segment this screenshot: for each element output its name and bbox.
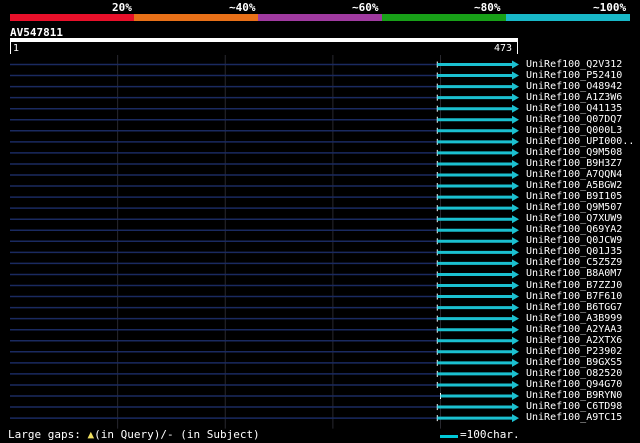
hit-arrow-icon (512, 215, 519, 224)
hit-label[interactable]: UniRef100_UPI000.. (526, 136, 634, 147)
hit-arrow-icon (512, 414, 519, 423)
hit-arrow-icon (512, 270, 519, 279)
hit-arrow-icon (512, 204, 519, 213)
gaps-subject-label: - (in Subject) (166, 428, 260, 441)
hit-arrow-icon (512, 248, 519, 257)
hit-arrow-icon (512, 403, 519, 412)
hit-label[interactable]: UniRef100_Q94G70 (526, 379, 622, 390)
hit-arrow-icon (512, 325, 519, 334)
hit-label[interactable]: UniRef100_C6TD98 (526, 401, 622, 412)
hit-label[interactable]: UniRef100_B7ZZJ0 (526, 280, 622, 291)
hit-arrow-icon (512, 148, 519, 157)
hit-arrow-icon (512, 292, 519, 301)
hit-label[interactable]: UniRef100_A7QQN4 (526, 169, 622, 180)
hit-label[interactable]: UniRef100_B9RYN0 (526, 390, 622, 401)
hit-arrow-icon (512, 303, 519, 312)
hit-label[interactable]: UniRef100_A2YAA3 (526, 324, 622, 335)
hit-label[interactable]: UniRef100_A1Z3W6 (526, 92, 622, 103)
hit-label[interactable]: UniRef100_B9I105 (526, 191, 622, 202)
hit-label[interactable]: UniRef100_B8A0M7 (526, 268, 622, 279)
hit-label[interactable]: UniRef100_Q01J35 (526, 246, 622, 257)
hit-arrow-icon (512, 104, 519, 113)
hit-label[interactable]: UniRef100_Q07DQ7 (526, 114, 622, 125)
hit-arrow-icon (512, 380, 519, 389)
hit-arrow-icon (512, 171, 519, 179)
scale-bar (440, 435, 458, 438)
hit-arrow-icon (512, 126, 519, 135)
hit-label[interactable]: UniRef100_Q9M508 (526, 147, 622, 158)
hit-arrow-icon (512, 237, 519, 246)
hit-arrow-icon (512, 82, 519, 91)
hit-arrow-icon (512, 193, 519, 202)
hit-arrow-icon (512, 281, 519, 290)
hit-arrow-icon (512, 71, 519, 80)
hit-label[interactable]: UniRef100_P23902 (526, 346, 622, 357)
hit-label[interactable]: UniRef100_A3B999 (526, 313, 622, 324)
scale-label: =100char. (460, 428, 520, 441)
hit-label[interactable]: UniRef100_O82520 (526, 368, 622, 379)
hit-label[interactable]: UniRef100_B7F610 (526, 291, 622, 302)
hit-arrow-icon (512, 314, 519, 323)
hit-label[interactable]: UniRef100_B6TGG7 (526, 302, 622, 313)
hit-label[interactable]: UniRef100_B9H3Z7 (526, 158, 622, 169)
hit-arrow-icon (512, 347, 519, 356)
hit-label[interactable]: UniRef100_Q41135 (526, 103, 622, 114)
hit-arrow-icon (512, 60, 519, 69)
hit-label[interactable]: UniRef100_Q7XUW9 (526, 213, 622, 224)
hit-arrow-icon (512, 358, 519, 367)
hit-label[interactable]: UniRef100_Q0JCW9 (526, 235, 622, 246)
hit-label[interactable]: UniRef100_O48942 (526, 81, 622, 92)
hit-arrow-icon (512, 93, 519, 102)
hit-arrow-icon (512, 392, 519, 400)
hit-arrow-icon (512, 137, 519, 146)
hit-label[interactable]: UniRef100_P52410 (526, 70, 622, 81)
hit-label[interactable]: UniRef100_Q9M507 (526, 202, 622, 213)
hit-label[interactable]: UniRef100_Q000L3 (526, 125, 622, 136)
hit-arrow-icon (512, 115, 519, 124)
hit-label[interactable]: UniRef100_A5BGW2 (526, 180, 622, 191)
hit-arrow-icon (512, 259, 519, 268)
gaps-legend: Large gaps: ▲(in Query)/- (in Subject) (8, 428, 260, 441)
hit-label[interactable]: UniRef100_B9GXS5 (526, 357, 622, 368)
hit-label[interactable]: UniRef100_A2XTX6 (526, 335, 622, 346)
hit-label[interactable]: UniRef100_Q2V312 (526, 59, 622, 70)
hit-label[interactable]: UniRef100_A9TC15 (526, 412, 622, 423)
gaps-query-label: (in Query)/ (94, 428, 167, 441)
hit-label[interactable]: UniRef100_C5Z5Z9 (526, 257, 622, 268)
hit-arrow-icon (512, 369, 519, 378)
gaps-legend-label: Large gaps: (8, 428, 81, 441)
hit-arrow-icon (512, 226, 519, 235)
hit-arrow-icon (512, 336, 519, 345)
hit-arrow-icon (512, 159, 519, 168)
hit-label[interactable]: UniRef100_Q69YA2 (526, 224, 622, 235)
hit-arrow-icon (512, 182, 519, 191)
